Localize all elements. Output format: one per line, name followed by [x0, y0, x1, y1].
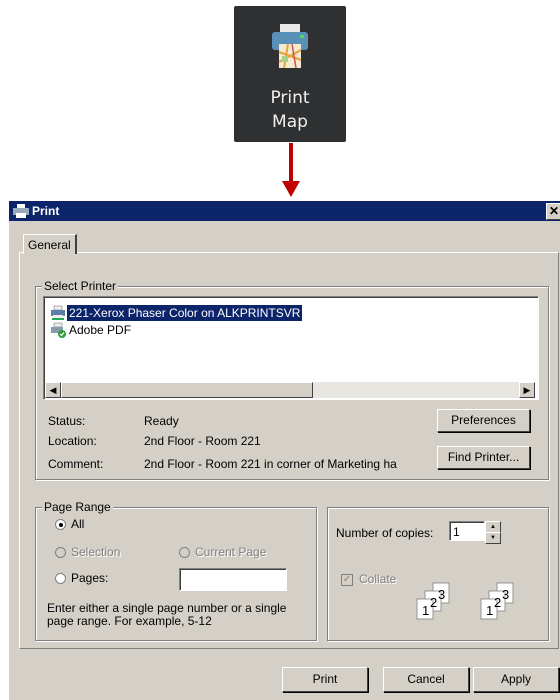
- default-printer-icon: [51, 322, 66, 338]
- pages-radio[interactable]: [55, 573, 66, 584]
- close-button[interactable]: ✕: [546, 203, 560, 220]
- print-button[interactable]: Print: [282, 667, 368, 692]
- dialog-titlebar[interactable]: Print ✕: [9, 201, 560, 221]
- collate-label: Collate: [359, 572, 397, 586]
- copies-down-button[interactable]: ▼: [485, 532, 501, 544]
- collate-pages-icon: 1 2 3: [480, 582, 514, 620]
- svg-text:3: 3: [438, 587, 445, 602]
- current-page-radio[interactable]: [179, 547, 190, 558]
- network-printer-icon: [51, 305, 65, 320]
- comment-value: 2nd Floor - Room 221 in corner of Market…: [144, 457, 397, 471]
- all-label: All: [71, 517, 85, 531]
- printer-icon: [13, 204, 29, 218]
- printer-name: Adobe PDF: [69, 323, 132, 337]
- current-page-label: Current Page: [195, 545, 267, 559]
- svg-text:2: 2: [494, 595, 501, 610]
- select-printer-legend: Select Printer: [42, 279, 119, 293]
- printer-map-icon: [272, 24, 308, 69]
- scroll-thumb[interactable]: [61, 382, 313, 398]
- print-map-button[interactable]: Print Map: [234, 6, 346, 142]
- svg-text:1: 1: [422, 603, 429, 618]
- find-printer-button[interactable]: Find Printer...: [437, 446, 530, 469]
- print-map-label-line1: Print: [270, 88, 310, 108]
- page-range-legend: Page Range: [42, 500, 113, 514]
- page-range-hint-line2: page range. For example, 5-12: [47, 614, 212, 628]
- print-dialog: Print ✕ General Select Printer 221-Xerox…: [8, 200, 560, 700]
- svg-text:3: 3: [502, 587, 509, 602]
- selection-label: Selection: [71, 545, 121, 559]
- page-range-hint-line1: Enter either a single page number or a s…: [47, 601, 287, 615]
- copies-input[interactable]: 1: [449, 521, 485, 541]
- scroll-left-button[interactable]: ◀: [45, 382, 61, 398]
- status-label: Status:: [48, 414, 86, 428]
- horizontal-scrollbar[interactable]: ◀ ▶: [45, 382, 535, 398]
- print-map-label-line2: Map: [272, 112, 308, 132]
- collate-pages-icon: 1 2 3: [416, 582, 450, 620]
- comment-label: Comment:: [48, 457, 104, 471]
- svg-text:1: 1: [486, 603, 493, 618]
- pages-label: Pages:: [71, 571, 109, 585]
- location-value: 2nd Floor - Room 221: [144, 434, 261, 448]
- dialog-title: Print: [32, 204, 60, 218]
- apply-button[interactable]: Apply: [473, 667, 559, 692]
- down-arrow-icon: [282, 143, 300, 197]
- selection-radio[interactable]: [55, 547, 66, 558]
- all-radio[interactable]: [55, 519, 66, 530]
- cancel-button[interactable]: Cancel: [383, 667, 469, 692]
- printer-name: 221-Xerox Phaser Color on ALKPRINTSVR: [67, 305, 303, 321]
- scroll-right-button[interactable]: ▶: [519, 382, 535, 398]
- tab-general[interactable]: General: [23, 234, 77, 254]
- location-label: Location:: [48, 434, 97, 448]
- printer-list[interactable]: 221-Xerox Phaser Color on ALKPRINTSVR Ad…: [43, 296, 539, 400]
- number-of-copies-label: Number of copies:: [336, 526, 434, 540]
- pages-input[interactable]: [179, 568, 287, 591]
- preferences-button[interactable]: Preferences: [437, 409, 530, 432]
- status-value: Ready: [144, 414, 179, 428]
- svg-text:2: 2: [430, 595, 437, 610]
- collate-checkbox[interactable]: ✓: [341, 574, 353, 586]
